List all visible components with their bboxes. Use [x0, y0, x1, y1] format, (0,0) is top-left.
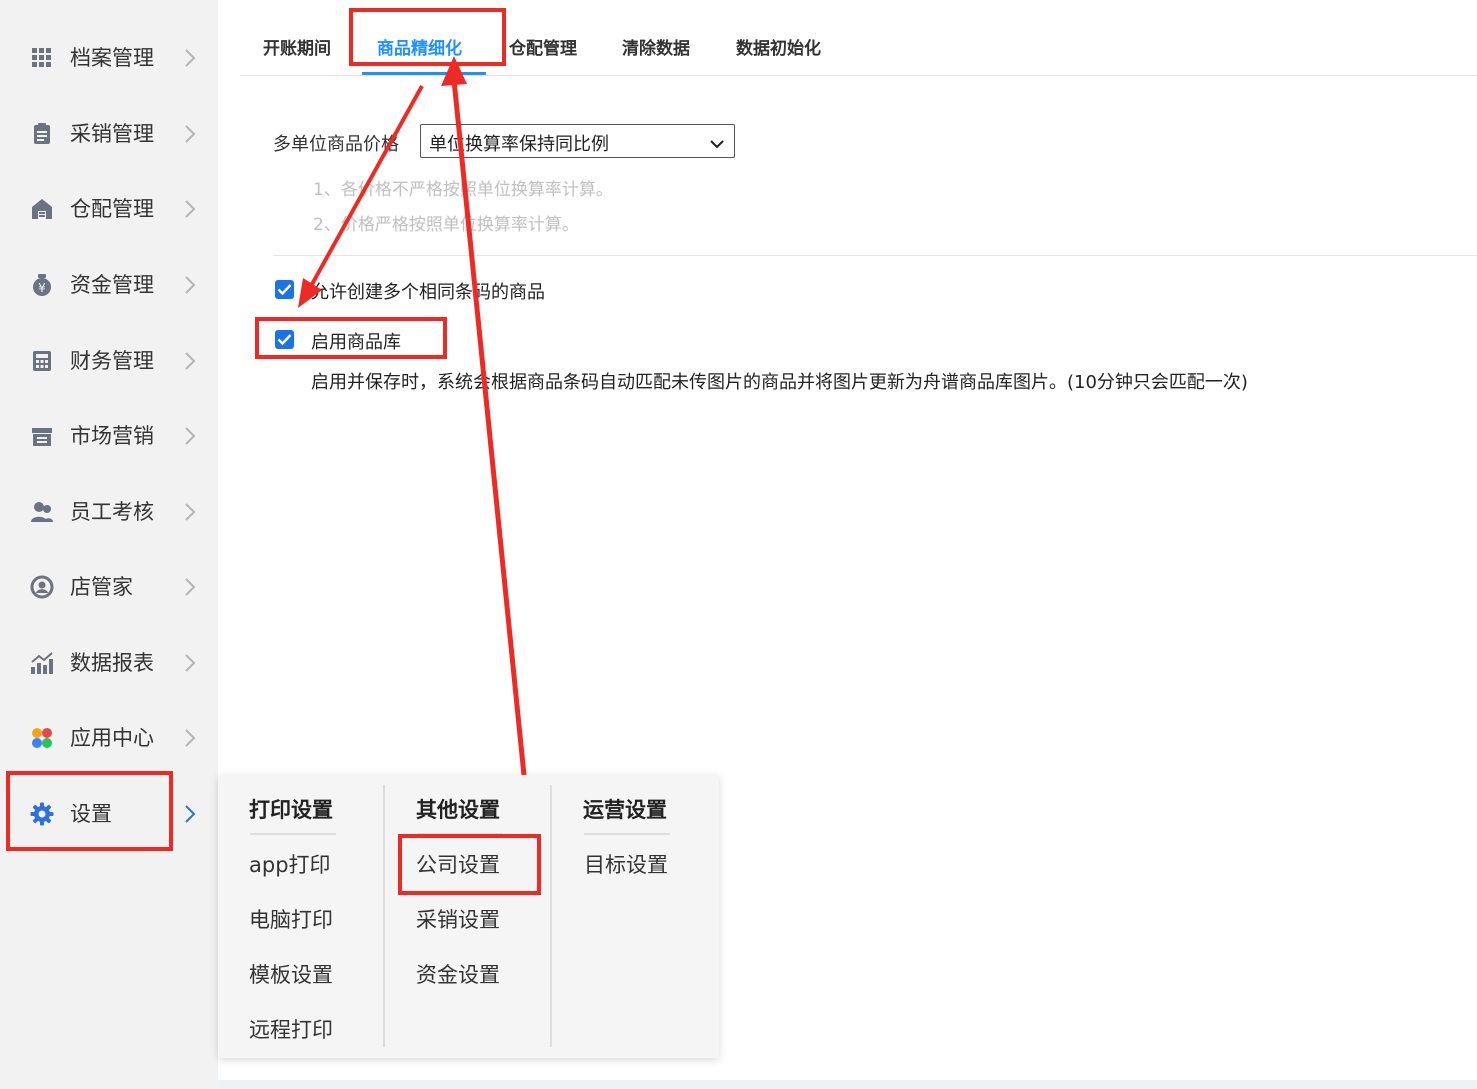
chevron-right-icon [180, 122, 200, 146]
sidebar-item-label: 市场营销 [70, 424, 154, 448]
money-bag-icon: ¥ [30, 273, 54, 297]
product-library-description: 启用并保存时，系统会根据商品条码自动匹配未传图片的商品并将图片更新为舟谱商品库图… [311, 372, 1248, 393]
menu-item-remote-print[interactable]: 远程打印 [249, 1014, 333, 1044]
sidebar-item-app-center[interactable]: 应用中心 [0, 708, 218, 768]
chevron-right-icon [180, 197, 200, 221]
calculator-icon [30, 349, 54, 373]
people-icon [30, 500, 54, 524]
tab-clear-data[interactable]: 清除数据 [622, 34, 690, 59]
sidebar-item-reports[interactable]: 数据报表 [0, 633, 218, 693]
price-hint-1: 1、各价格不严格按照单位换算率计算。 [313, 180, 613, 200]
heading-underline [250, 833, 336, 835]
sidebar-item-label: 采销管理 [70, 122, 154, 146]
sidebar-item-finance[interactable]: 财务管理 [0, 331, 218, 391]
sidebar-item-purchase-sales[interactable]: 采销管理 [0, 104, 218, 164]
sidebar-item-staff-review[interactable]: 员工考核 [0, 482, 218, 542]
column-separator [383, 785, 385, 1047]
chevron-right-icon [180, 273, 200, 297]
sidebar-item-label: 数据报表 [70, 651, 154, 675]
menu-item-purchase-settings[interactable]: 采销设置 [416, 904, 500, 934]
select-value: 单位换算率保持同比例 [429, 134, 609, 155]
manager-icon [30, 575, 54, 599]
tab-warehouse[interactable]: 仓配管理 [509, 34, 577, 59]
annotation-box-company-settings [398, 834, 541, 895]
operations-settings-heading: 运营设置 [583, 798, 667, 822]
print-settings-heading: 打印设置 [249, 798, 333, 822]
chevron-right-icon [180, 46, 200, 70]
bottom-strip [218, 1080, 1477, 1089]
sidebar-item-archive[interactable]: 档案管理 [0, 28, 218, 88]
chevron-right-icon [180, 802, 200, 826]
divider [273, 255, 1477, 256]
apps-icon [30, 726, 54, 750]
sidebar-item-label: 员工考核 [70, 500, 154, 524]
sidebar-item-marketing[interactable]: 市场营销 [0, 406, 218, 466]
chevron-right-icon [180, 500, 200, 524]
menu-item-pc-print[interactable]: 电脑打印 [249, 904, 333, 934]
sidebar-item-label: 仓配管理 [70, 197, 154, 221]
heading-underline [584, 833, 670, 835]
price-hint-2: 2、价格严格按照单位换算率计算。 [313, 215, 579, 235]
store-icon [30, 424, 54, 448]
other-settings-heading: 其他设置 [416, 798, 500, 822]
active-tab-indicator [362, 72, 486, 75]
warehouse-icon [30, 197, 54, 221]
chevron-right-icon [180, 726, 200, 750]
clipboard-icon [30, 122, 54, 146]
column-separator [550, 785, 552, 1047]
multi-unit-price-select[interactable]: 单位换算率保持同比例 [420, 124, 735, 158]
sidebar-item-label: 应用中心 [70, 726, 154, 750]
menu-item-fund-settings[interactable]: 资金设置 [416, 959, 500, 989]
tab-data-init[interactable]: 数据初始化 [736, 34, 821, 59]
multi-unit-price-label: 多单位商品价格 [273, 134, 399, 155]
sidebar-item-funds[interactable]: ¥ 资金管理 [0, 255, 218, 315]
sidebar-item-store-manager[interactable]: 店管家 [0, 557, 218, 617]
svg-text:¥: ¥ [38, 281, 46, 295]
menu-item-template-settings[interactable]: 模板设置 [249, 959, 333, 989]
menu-item-target-settings[interactable]: 目标设置 [584, 849, 668, 879]
sidebar-item-label: 财务管理 [70, 349, 154, 373]
bar-chart-icon [30, 651, 54, 675]
tab-opening-period[interactable]: 开账期间 [263, 34, 331, 59]
sidebar-item-label: 档案管理 [70, 46, 154, 70]
sidebar-item-label: 资金管理 [70, 273, 154, 297]
sidebar-item-warehouse[interactable]: 仓配管理 [0, 179, 218, 239]
sidebar-item-label: 店管家 [70, 575, 133, 599]
chevron-right-icon [180, 349, 200, 373]
grid-icon [30, 46, 54, 70]
menu-item-app-print[interactable]: app打印 [249, 849, 331, 879]
settings-flyout-menu: 打印设置 app打印 电脑打印 模板设置 远程打印 其他设置 公司设置 采销设置… [218, 775, 719, 1058]
chevron-right-icon [180, 651, 200, 675]
chevron-right-icon [180, 424, 200, 448]
allow-duplicate-barcode-label: 允许创建多个相同条码的商品 [311, 282, 545, 303]
allow-duplicate-barcode-checkbox[interactable] [275, 280, 294, 299]
annotation-box-settings [6, 771, 173, 851]
annotation-box-checkbox [255, 317, 447, 359]
annotation-box-tab [349, 8, 506, 66]
chevron-right-icon [180, 575, 200, 599]
sidebar: 档案管理 采销管理 仓配管理 ¥ 资金管理 财务管理 市场营销 员工考核 店管家… [0, 0, 218, 1089]
chevron-down-icon [710, 135, 724, 149]
